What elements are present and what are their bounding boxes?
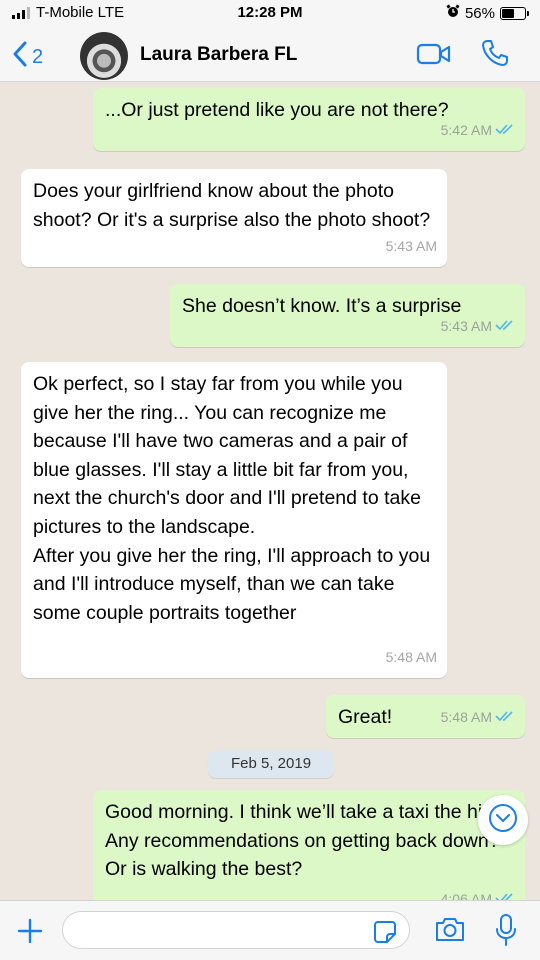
- message-meta: 4:06 AM: [441, 885, 515, 900]
- message-bubble-incoming[interactable]: Does your girlfriend know about the phot…: [21, 169, 447, 267]
- message-bubble-outgoing[interactable]: Good morning. I think we’ll take a taxi …: [93, 790, 525, 900]
- battery-percent: 56%: [464, 4, 495, 22]
- back-button[interactable]: 2: [12, 40, 43, 74]
- chat-header: 2 Laura Barbera FL: [0, 30, 540, 82]
- battery-icon: [500, 6, 529, 20]
- message-bubble-outgoing[interactable]: Great! 5:48 AM: [326, 695, 525, 738]
- double-check-icon: [495, 116, 515, 145]
- date-separator: Feb 5, 2019: [208, 750, 334, 778]
- chevron-down-circle-icon: [488, 803, 518, 838]
- message-text: Does your girlfriend know about the phot…: [33, 180, 431, 231]
- double-check-icon: [495, 312, 515, 341]
- chevron-left-icon: [12, 40, 32, 74]
- video-call-icon[interactable]: [416, 42, 452, 71]
- message-time: 5:43 AM: [440, 318, 492, 335]
- message-time: 5:48 AM: [385, 649, 437, 666]
- sticker-icon[interactable]: [373, 920, 397, 949]
- message-meta: 5:42 AM: [441, 116, 515, 145]
- contact-name[interactable]: Laura Barbera FL: [140, 44, 297, 66]
- avatar[interactable]: [80, 32, 128, 80]
- status-bar: T-Mobile LTE 12:28 PM 56%: [0, 0, 540, 30]
- message-bubble-incoming[interactable]: Ok perfect, so I stay far from you while…: [21, 362, 447, 678]
- scroll-to-bottom-button[interactable]: [478, 795, 528, 845]
- message-time: 5:42 AM: [440, 122, 492, 139]
- message-time: 4:06 AM: [440, 891, 492, 900]
- alarm-icon: [446, 4, 460, 22]
- double-check-icon: [495, 703, 515, 732]
- message-input-container[interactable]: [62, 911, 410, 949]
- message-time: 5:43 AM: [385, 238, 437, 255]
- message-text: Good morning. I think we’ll take a taxi …: [105, 801, 500, 881]
- unread-count: 2: [32, 45, 44, 68]
- message-meta: 5:43 AM: [386, 232, 437, 261]
- message-meta: 5:48 AM: [441, 703, 515, 732]
- camera-icon[interactable]: [434, 915, 466, 948]
- double-check-icon: [495, 885, 515, 900]
- message-meta: 5:43 AM: [441, 312, 515, 341]
- message-input[interactable]: [77, 912, 377, 948]
- message-meta: 5:48 AM: [386, 643, 437, 672]
- message-text: Ok perfect, so I stay far from you while…: [33, 373, 431, 624]
- status-right: 56%: [446, 4, 529, 22]
- message-bubble-outgoing[interactable]: She doesn’t know. It’s a surprise 5:43 A…: [170, 284, 525, 347]
- microphone-icon[interactable]: [494, 913, 518, 952]
- input-bar: [0, 900, 540, 960]
- message-bubble-outgoing[interactable]: ...Or just pretend like you are not ther…: [93, 88, 525, 151]
- message-time: 5:48 AM: [440, 709, 492, 726]
- battery-fill: [502, 8, 515, 18]
- phone-icon[interactable]: [480, 38, 510, 73]
- chat-area[interactable]: ...Or just pretend like you are not ther…: [0, 83, 540, 900]
- plus-icon[interactable]: [16, 917, 44, 950]
